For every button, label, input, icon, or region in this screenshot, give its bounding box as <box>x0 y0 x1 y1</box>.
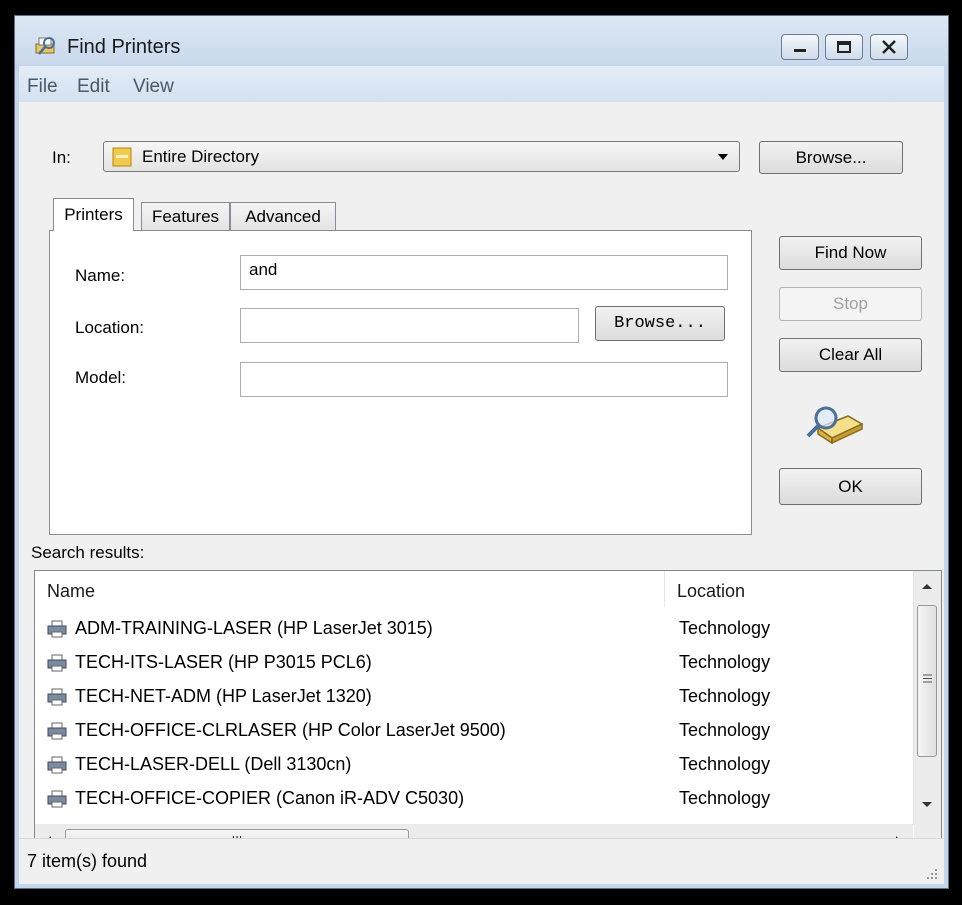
printer-name: TECH-LASER-DELL (Dell 3130cn) <box>75 754 352 774</box>
printer-name: TECH-ITS-LASER (HP P3015 PCL6) <box>75 652 372 672</box>
vertical-scroll-thumb[interactable] <box>917 605 937 757</box>
scroll-down-icon[interactable] <box>922 801 932 808</box>
scope-label: In: <box>52 148 71 167</box>
vertical-scrollbar[interactable] <box>913 571 941 825</box>
table-row[interactable]: TECH-OFFICE-COPIER (Canon iR-ADV C5030) … <box>35 782 913 816</box>
location-browse-button[interactable]: Browse... <box>595 306 725 341</box>
scope-browse-button[interactable]: Browse... <box>759 141 903 174</box>
printer-name: TECH-NET-ADM (HP LaserJet 1320) <box>75 686 372 706</box>
printer-name: ADM-TRAINING-LASER (HP LaserJet 3015) <box>75 618 433 638</box>
close-icon <box>882 40 896 54</box>
location-field[interactable] <box>240 308 579 343</box>
printer-name: TECH-OFFICE-COPIER (Canon iR-ADV C5030) <box>75 788 465 808</box>
printers-tab-panel: Name: and Location: Browse... Model: <box>49 230 752 535</box>
printer-icon <box>47 654 67 672</box>
clear-all-button[interactable]: Clear All <box>779 338 922 372</box>
menu-view[interactable]: View <box>133 76 174 98</box>
printer-icon <box>47 722 67 740</box>
maximize-button[interactable] <box>825 34 863 60</box>
column-header-name[interactable]: Name <box>35 571 665 607</box>
minimize-button[interactable] <box>781 34 819 60</box>
printer-icon <box>47 756 67 774</box>
find-printer-icon <box>35 37 55 55</box>
tab-advanced[interactable]: Advanced <box>230 202 336 231</box>
printer-location: Technology <box>679 754 771 774</box>
menu-file[interactable]: File <box>27 76 58 98</box>
printer-icon <box>47 688 67 706</box>
minimize-icon <box>794 49 806 52</box>
title-bar[interactable]: Find Printers <box>15 16 948 64</box>
table-row[interactable]: TECH-NET-ADM (HP LaserJet 1320) Technolo… <box>35 680 913 714</box>
menu-bar: File Edit View <box>19 66 944 102</box>
ok-button[interactable]: OK <box>779 468 922 505</box>
resize-grip-icon[interactable] <box>926 868 938 880</box>
maximize-icon <box>837 41 851 53</box>
window-title: Find Printers <box>67 36 181 58</box>
table-row[interactable]: TECH-OFFICE-CLRLASER (HP Color LaserJet … <box>35 714 913 748</box>
search-results-list[interactable]: Name Location ADM-TRAINING-LASER (HP Las… <box>34 570 942 860</box>
printer-location: Technology <box>679 618 771 638</box>
printer-location: Technology <box>679 652 771 672</box>
stop-button[interactable]: Stop <box>779 287 922 321</box>
status-text: 7 item(s) found <box>27 851 148 871</box>
chevron-down-icon <box>718 154 728 160</box>
model-label: Model: <box>75 368 127 387</box>
column-header-location[interactable]: Location <box>665 571 913 607</box>
table-row[interactable]: TECH-ITS-LASER (HP P3015 PCL6) Technolog… <box>35 646 913 680</box>
name-field[interactable]: and <box>240 255 728 290</box>
printer-location: Technology <box>679 720 771 740</box>
table-row[interactable]: TECH-LASER-DELL (Dell 3130cn) Technology <box>35 748 913 782</box>
scroll-up-icon[interactable] <box>922 583 932 590</box>
dialog-body: In: Entire Directory Browse... Printers … <box>19 102 944 884</box>
menu-edit[interactable]: Edit <box>77 76 110 98</box>
tab-printers[interactable]: Printers <box>53 198 134 231</box>
model-field[interactable] <box>240 362 728 397</box>
find-printers-window: Find Printers File Edit View In: Entire … <box>14 15 949 889</box>
printer-icon <box>47 790 67 808</box>
directory-icon <box>112 147 132 167</box>
printer-location: Technology <box>679 686 771 706</box>
search-results-label: Search results: <box>31 543 145 562</box>
printer-location: Technology <box>679 788 771 808</box>
find-now-button[interactable]: Find Now <box>779 236 922 270</box>
scope-value: Entire Directory <box>142 147 260 166</box>
name-label: Name: <box>75 266 126 285</box>
printer-name: TECH-OFFICE-CLRLASER (HP Color LaserJet … <box>75 720 506 740</box>
tab-features[interactable]: Features <box>141 202 230 231</box>
scope-dropdown[interactable]: Entire Directory <box>103 141 740 172</box>
status-bar: 7 item(s) found <box>19 838 944 884</box>
location-label: Location: <box>75 318 144 337</box>
table-row[interactable]: ADM-TRAINING-LASER (HP LaserJet 3015) Te… <box>35 612 913 646</box>
grip-icon <box>923 674 932 683</box>
close-button[interactable] <box>870 34 908 60</box>
printer-icon <box>47 620 67 638</box>
magnifier-printer-icon <box>806 406 864 445</box>
